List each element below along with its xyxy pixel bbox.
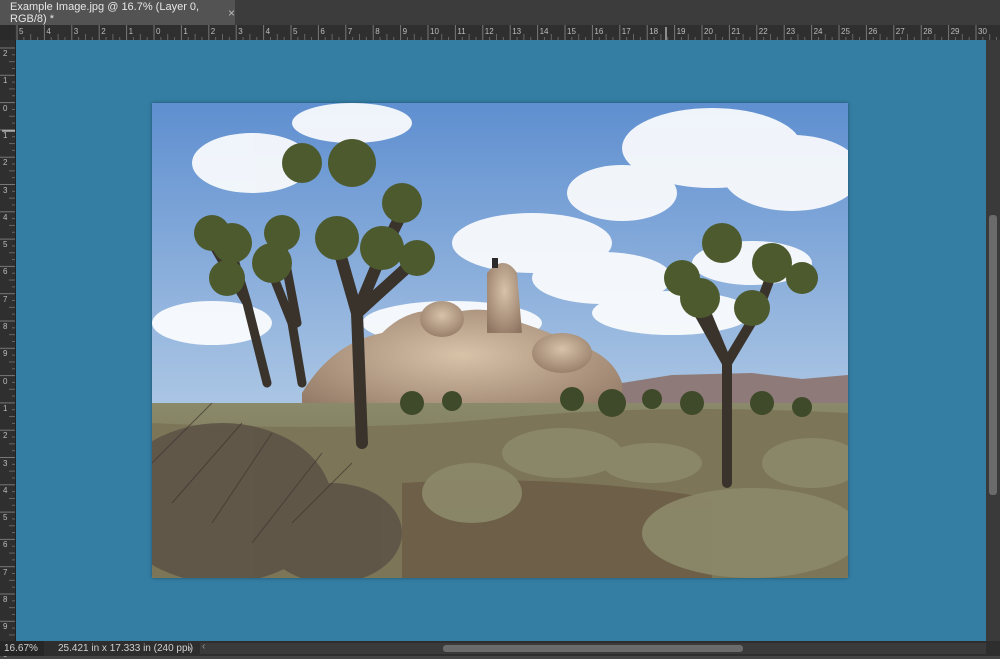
ruler-label: 13 <box>512 27 522 36</box>
ruler-label: 16 <box>594 27 604 36</box>
ruler-label: 14 <box>539 27 549 36</box>
ruler-label: 0 <box>3 103 8 113</box>
ruler-label: 3 <box>238 27 243 36</box>
ruler-label: 21 <box>731 27 741 36</box>
ruler-label: 18 <box>649 27 659 36</box>
ruler-label: 9 <box>3 349 8 359</box>
document-tab-bar: Example Image.jpg @ 16.7% (Layer 0, RGB/… <box>0 0 1000 25</box>
horizontal-ruler-ticks <box>16 25 998 40</box>
ruler-label: 23 <box>786 27 796 36</box>
ruler-label: 22 <box>758 27 768 36</box>
ruler-label: 15 <box>567 27 576 36</box>
ruler-label: 7 <box>3 567 8 577</box>
ruler-label: 24 <box>813 27 823 36</box>
desert-photo <box>152 103 848 578</box>
ruler-label: 4 <box>3 485 8 495</box>
horizontal-scrollbar[interactable]: ‹ <box>200 641 986 654</box>
ruler-label: 6 <box>3 540 8 550</box>
ruler-label: 28 <box>923 27 933 36</box>
ruler-label: 10 <box>430 27 439 36</box>
ruler-label: 1 <box>3 76 8 86</box>
canvas-area[interactable] <box>16 40 986 641</box>
ruler-label: 0 <box>156 27 161 36</box>
ruler-label: 1 <box>128 27 134 36</box>
ruler-label: 5 <box>293 27 298 36</box>
ruler-label: 0 <box>3 376 8 386</box>
ruler-label: 11 <box>457 27 466 36</box>
document-tab-title: Example Image.jpg @ 16.7% (Layer 0, RGB/… <box>10 0 200 25</box>
ruler-label: 29 <box>950 27 960 36</box>
ruler-label: 6 <box>3 267 8 277</box>
ruler-label: 5 <box>3 513 8 523</box>
ruler-label: 4 <box>3 212 8 222</box>
ruler-label: 1 <box>183 27 188 36</box>
document-info: 25.421 in x 17.333 in (240 ppi) <box>58 643 194 654</box>
ruler-label: 2 <box>210 27 216 36</box>
ruler-label: 4 <box>46 27 51 36</box>
ruler-label: 3 <box>3 185 8 195</box>
ruler-label: 8 <box>375 27 380 36</box>
ruler-label: 25 <box>841 27 850 36</box>
ruler-label: 9 <box>402 27 408 36</box>
ruler-label: 7 <box>347 27 353 36</box>
ruler-label: 2 <box>3 49 8 58</box>
horizontal-ruler[interactable]: 5 4 3 2 1 0 1 2 3 4 5 6 7 8 9 10 11 12 13 14 15 16 17 18 19 20 21 2… <box>0 25 1000 41</box>
vertical-scrollbar-thumb[interactable] <box>989 215 997 495</box>
ruler-label: 7 <box>3 294 8 304</box>
ruler-label: 26 <box>868 27 878 36</box>
ruler-origin[interactable] <box>0 25 15 40</box>
ruler-label: 17 <box>621 27 631 36</box>
ruler-label: 4 <box>265 27 271 36</box>
vertical-scrollbar[interactable] <box>986 40 1000 641</box>
vertical-ruler[interactable]: 21012345678901234567890 <box>0 40 16 659</box>
image-layer-0[interactable] <box>152 103 848 578</box>
ruler-label: 19 <box>676 27 686 36</box>
chevron-right-icon[interactable]: › <box>188 641 192 656</box>
ruler-label: 9 <box>3 622 8 632</box>
ruler-label: 30 <box>978 27 987 36</box>
ruler-label: 6 <box>320 27 325 36</box>
ruler-label: 1 <box>3 403 8 413</box>
ruler-label: 3 <box>73 27 79 36</box>
ruler-label: 5 <box>19 27 24 36</box>
ruler-label: 27 <box>895 27 905 36</box>
close-icon[interactable]: × <box>228 6 235 20</box>
scroll-left-icon[interactable]: ‹ <box>202 641 205 652</box>
ruler-label: 5 <box>3 240 8 250</box>
ruler-label: 3 <box>3 458 8 468</box>
ruler-label: 12 <box>484 27 494 36</box>
ruler-label: 2 <box>3 431 8 441</box>
ruler-label: 2 <box>101 27 106 36</box>
ruler-label: 8 <box>3 595 8 604</box>
ruler-label: 20 <box>704 27 713 36</box>
status-bar: 16.67% 25.421 in x 17.333 in (240 ppi) ›… <box>0 641 1000 656</box>
ruler-label: 1 <box>3 130 8 140</box>
ruler-label: 8 <box>3 322 8 331</box>
horizontal-scrollbar-thumb[interactable] <box>443 645 743 652</box>
zoom-level[interactable]: 16.67% <box>0 641 44 656</box>
document-tab[interactable]: Example Image.jpg @ 16.7% (Layer 0, RGB/… <box>0 0 235 25</box>
ruler-label: 2 <box>3 158 8 168</box>
